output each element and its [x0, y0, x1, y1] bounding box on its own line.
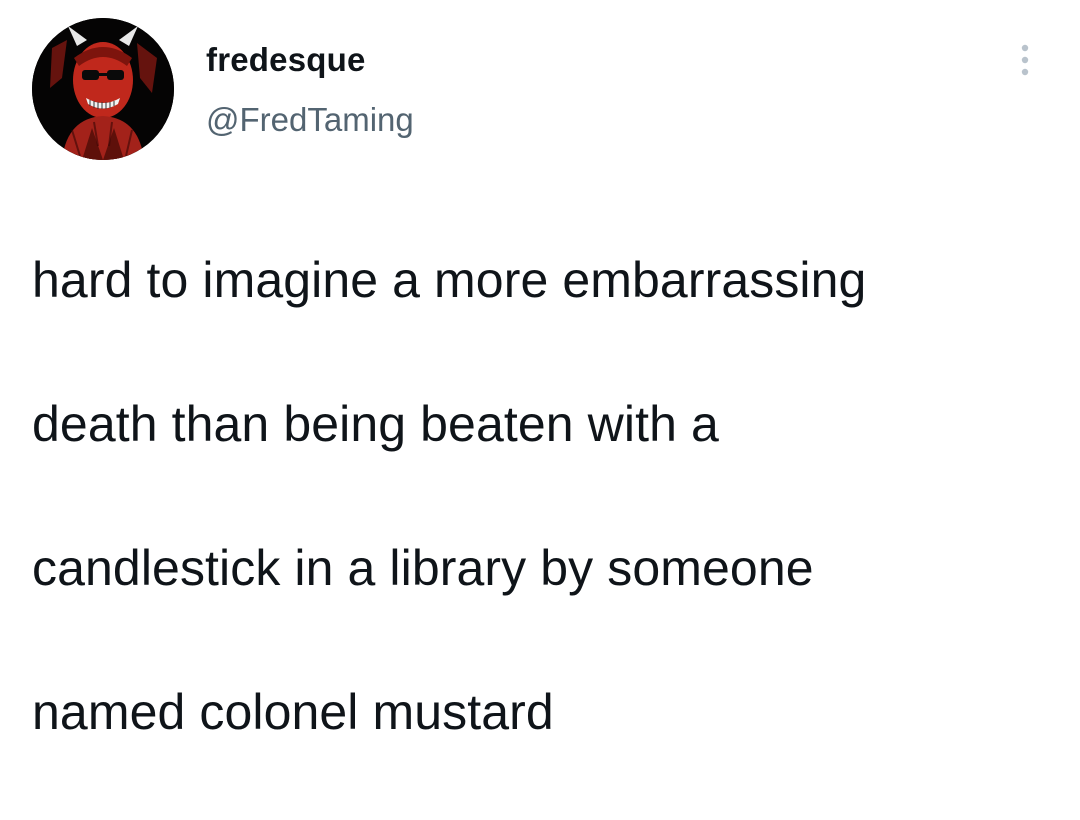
avatar[interactable]: [32, 18, 174, 160]
more-options-button[interactable]: [1008, 40, 1042, 80]
tweet-text-line: death than being beaten with a: [32, 396, 719, 452]
tweet-text-line: named colonel mustard: [32, 684, 554, 740]
tweet-text: hard to imagine a more embarrassing deat…: [32, 172, 1062, 820]
tweet-text-line: candlestick in a library by someone: [32, 540, 814, 596]
tweet-card: fredesque @FredTaming hard to imagine a …: [0, 0, 1080, 740]
tweet-text-line: hard to imagine a more embarrassing: [32, 252, 867, 308]
user-handle[interactable]: @FredTaming: [206, 100, 414, 140]
red-devil-avatar-icon: [32, 18, 174, 160]
display-name[interactable]: fredesque: [206, 40, 366, 80]
vertical-dots-icon: [1021, 44, 1029, 76]
